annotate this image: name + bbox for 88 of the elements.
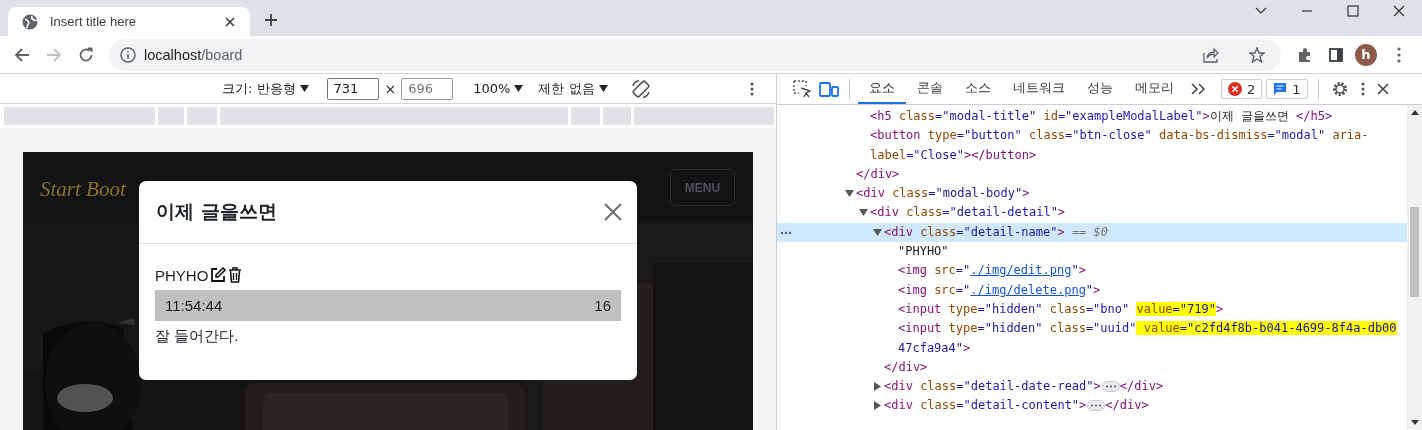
code-text: <input type="hidden" class="bno" value="719">: [898, 300, 1224, 318]
expand-arrow-icon[interactable]: [873, 382, 882, 392]
devtools-tab[interactable]: 성능: [1076, 74, 1124, 104]
collapse-arrow-icon[interactable]: [873, 227, 882, 237]
error-icon: [1228, 82, 1242, 96]
code-text: <div class="modal-body">: [856, 185, 1030, 203]
more-icon[interactable]: [780, 230, 792, 235]
code-text: </div>: [1119, 378, 1164, 396]
devtools-tab[interactable]: 콘솔: [906, 74, 954, 104]
devtools-tab[interactable]: 메모리: [1124, 74, 1185, 104]
code-text: <input type="hidden" class="uuid" value="c2fd4f8b-b041-4699-8f4a-db00 47cfa9a4">: [898, 320, 1397, 357]
settings-icon[interactable]: [1330, 80, 1349, 98]
kebab-menu-icon[interactable]: [1360, 82, 1365, 96]
devtools-tab[interactable]: 소스: [954, 74, 1002, 104]
edit-icon[interactable]: [210, 267, 227, 283]
code-text: <img src="./img/delete.png">: [898, 281, 1101, 299]
code-text: <button type="button" class="btn-close" data-bs-dismiss="modal" aria- label="Close"></button>: [870, 127, 1369, 164]
info-icon[interactable]: [120, 46, 136, 63]
code-text: <div class="detail-detail">: [870, 204, 1066, 222]
ellipsis-icon[interactable]: [1101, 381, 1120, 393]
read-count: 16: [594, 297, 611, 314]
minimize-icon[interactable]: [1301, 7, 1313, 15]
collapse-arrow-icon[interactable]: [845, 189, 854, 199]
trash-icon[interactable]: [228, 267, 243, 283]
post-content: 잘 들어간다.: [155, 327, 240, 346]
close-icon[interactable]: [604, 203, 622, 221]
address-bar[interactable]: localhost/board: [109, 38, 1281, 71]
scroll-down-icon[interactable]: [1410, 420, 1419, 425]
close-icon[interactable]: [224, 15, 236, 28]
dimensions-dropdown[interactable]: 크기: 반응형: [222, 79, 309, 98]
times-sign: ×: [384, 80, 397, 97]
modal-title: 이제 글을쓰면: [156, 199, 277, 224]
back-arrow-icon[interactable]: [14, 46, 30, 63]
dom-node-row[interactable]: <div class="modal-body">: [777, 184, 1407, 204]
kebab-menu-icon[interactable]: [750, 81, 754, 96]
maximize-icon[interactable]: [1347, 5, 1359, 17]
devtools-tab[interactable]: 네트워크: [1002, 74, 1076, 104]
tab-title: Insert title here: [50, 14, 137, 29]
star-icon[interactable]: [1249, 46, 1265, 63]
globe-icon: [22, 13, 38, 30]
code-text: </div>: [884, 358, 928, 376]
code-text: "PHYHO": [898, 243, 949, 261]
kebab-menu-icon[interactable]: [1397, 46, 1401, 63]
zoom-dropdown[interactable]: 100%: [473, 81, 524, 96]
code-text: <div class="detail-name"> == $0: [884, 223, 1108, 241]
brand-logo[interactable]: Start Boot: [40, 177, 126, 202]
new-tab-icon[interactable]: [264, 13, 278, 27]
profile-avatar[interactable]: h: [1355, 43, 1377, 66]
dom-node-row[interactable]: <div class="detail-date-read"> </div>: [777, 377, 1407, 397]
writer-name: PHYHO: [155, 266, 209, 284]
share-icon[interactable]: [1203, 46, 1219, 63]
error-counter[interactable]: 2: [1221, 79, 1263, 99]
puzzle-icon[interactable]: [1297, 46, 1313, 63]
caret-icon: [598, 85, 608, 92]
browser-tab[interactable]: Insert title here: [8, 7, 250, 36]
dom-node-row[interactable]: <div class="detail-content"> </div>: [777, 396, 1407, 416]
code-text: <h5 class="modal-title" id="exampleModalLabel">이제 글을쓰면 </h5>: [870, 108, 1333, 125]
devtools-tab[interactable]: 요소: [858, 74, 906, 104]
expand-arrow-icon[interactable]: [873, 401, 882, 411]
caret-icon: [514, 85, 524, 92]
collapse-arrow-icon[interactable]: [859, 208, 868, 218]
code-text: <div class="detail-date-read">: [884, 378, 1101, 396]
inspect-icon[interactable]: [793, 80, 811, 98]
chevron-down-icon[interactable]: [1255, 7, 1267, 15]
code-text: </div>: [856, 165, 900, 183]
caret-icon: [299, 85, 309, 92]
dom-node-row[interactable]: <div class="detail-name"> == $0: [777, 222, 1407, 243]
reload-icon[interactable]: [78, 46, 94, 63]
throttling-dropdown[interactable]: 제한 없음: [538, 79, 608, 98]
post-time: 11:54:44: [165, 297, 223, 314]
code-text: <img src="./img/edit.png">: [898, 262, 1086, 280]
width-field[interactable]: 731: [326, 77, 379, 100]
close-icon[interactable]: [1393, 5, 1405, 17]
code-text: <div class="detail-content">: [884, 397, 1087, 415]
dom-node-row[interactable]: <div class="detail-detail">: [777, 203, 1407, 223]
device-toolbar-icon[interactable]: [819, 81, 839, 97]
scroll-up-icon[interactable]: [1410, 110, 1419, 115]
message-icon: [1273, 82, 1288, 96]
scrollbar-thumb[interactable]: [1410, 207, 1419, 297]
more-tabs-icon[interactable]: [1191, 83, 1205, 95]
rotate-icon[interactable]: [629, 77, 652, 100]
close-icon[interactable]: [1376, 83, 1389, 95]
ellipsis-icon[interactable]: [1087, 400, 1106, 412]
side-panel-icon[interactable]: [1329, 47, 1343, 62]
code-text: </div>: [1105, 397, 1149, 415]
height-field[interactable]: 696: [401, 77, 454, 100]
message-counter[interactable]: 1: [1266, 79, 1308, 99]
url-text: localhost/board: [144, 46, 243, 63]
